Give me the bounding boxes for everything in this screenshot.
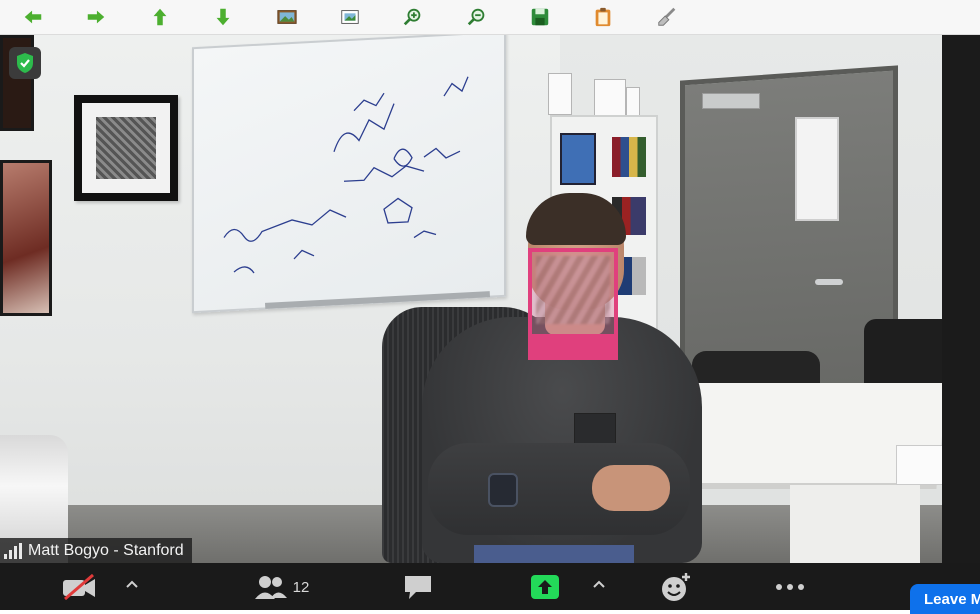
door-window	[795, 117, 839, 221]
video-edge	[942, 35, 980, 563]
table-base	[790, 485, 920, 563]
zoom-in-icon[interactable]	[401, 5, 425, 29]
clipboard-icon[interactable]	[591, 5, 615, 29]
zoom-out-icon[interactable]	[465, 5, 489, 29]
chevron-up-icon[interactable]	[125, 577, 139, 591]
participant-video: Matt Bogyo - Stanford	[0, 35, 942, 563]
meeting-controls: 12	[0, 563, 980, 610]
chat-icon[interactable]	[400, 571, 436, 603]
shield-check-icon[interactable]	[9, 47, 41, 79]
participants-button[interactable]: 12	[246, 571, 316, 603]
face-detection-box	[528, 248, 618, 360]
up-arrow-icon[interactable]	[148, 5, 172, 29]
image-viewer-toolbar	[0, 0, 980, 35]
certificates	[548, 73, 640, 123]
signal-strength-icon	[4, 542, 22, 559]
chevron-up-icon[interactable]	[592, 577, 606, 591]
forward-arrow-icon[interactable]	[84, 5, 108, 29]
hand	[592, 465, 670, 511]
papers	[896, 445, 942, 485]
participants-count: 12	[292, 578, 310, 596]
participant-name: Matt Bogyo - Stanford	[28, 541, 184, 559]
reactions-icon[interactable]	[658, 571, 694, 603]
participant-name-tag: Matt Bogyo - Stanford	[0, 538, 192, 563]
jeans	[474, 545, 634, 563]
smartwatch	[488, 473, 518, 507]
down-arrow-icon[interactable]	[211, 5, 235, 29]
video-off-icon[interactable]	[60, 571, 98, 603]
door-closer	[702, 93, 760, 109]
whiteboard	[192, 35, 506, 314]
more-icon[interactable]	[772, 571, 808, 603]
save-icon[interactable]	[528, 5, 552, 29]
door-handle	[815, 279, 843, 285]
image-icon[interactable]	[275, 5, 299, 29]
participants-icon	[254, 576, 287, 599]
framed-photo	[74, 95, 178, 201]
brush-icon[interactable]	[655, 5, 679, 29]
fit-image-icon[interactable]	[338, 5, 362, 29]
back-arrow-icon[interactable]	[21, 5, 45, 29]
share-screen-icon[interactable]	[528, 571, 562, 603]
wall-art	[0, 160, 52, 316]
